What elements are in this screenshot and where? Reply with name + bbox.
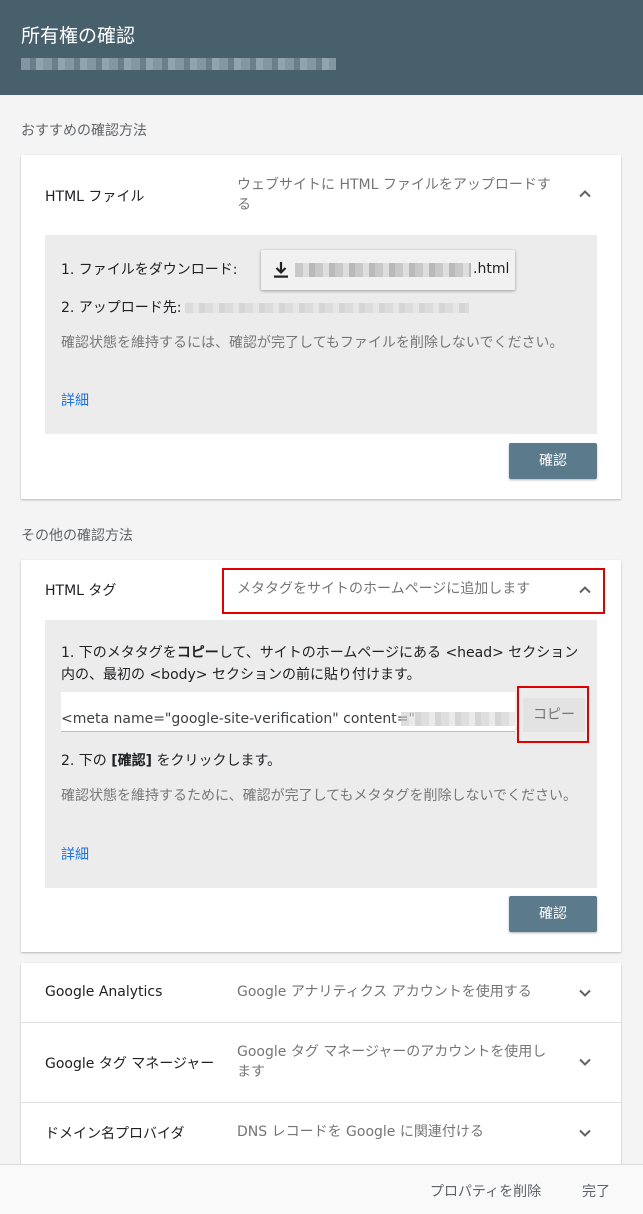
meta-tag-field[interactable]: <meta name="google-site-verification" co… — [61, 692, 515, 732]
other-methods-card: Google Analytics Google アナリティクス アカウントを使用… — [21, 963, 621, 1173]
download-icon — [274, 262, 288, 278]
method-description: Google タグ マネージャーのアカウントを使用します — [237, 1044, 547, 1080]
redacted-filename — [295, 263, 471, 277]
html-file-panel: 1. ファイルをダウンロード: .html 2. アップロード先: 確認状態を維… — [45, 235, 597, 434]
method-row-google-analytics[interactable]: Google Analytics Google アナリティクス アカウントを使用… — [21, 963, 621, 1022]
method-name: HTML タグ — [45, 583, 117, 599]
chevron-up-icon[interactable] — [577, 186, 593, 202]
method-name: Google タグ マネージャー — [45, 1056, 215, 1072]
keep-tag-note: 確認状態を維持するために、確認が完了してもメタタグを削除しないでください。 — [61, 788, 578, 804]
redacted-site-url — [21, 58, 336, 70]
meta-tag-value: <meta name="google-site-verification" co… — [61, 711, 415, 727]
dialog-title: 所有権の確認 — [21, 25, 136, 47]
method-description: ウェブサイトに HTML ファイルをアップロードする — [237, 177, 551, 213]
done-button[interactable]: 完了 — [582, 1181, 610, 1201]
section-other-label: その他の確認方法 — [21, 528, 133, 544]
verify-button[interactable]: 確認 — [509, 896, 597, 932]
redacted-verification-code — [401, 712, 515, 726]
method-header-html-file[interactable]: HTML ファイル ウェブサイトに HTML ファイルをアップロードする — [21, 155, 621, 235]
download-filename-suffix: .html — [473, 261, 510, 277]
delete-property-button[interactable]: プロパティを削除 — [430, 1181, 541, 1201]
details-link[interactable]: 詳細 — [61, 390, 89, 410]
highlight-box — [222, 568, 605, 614]
redacted-upload-url — [185, 303, 469, 313]
chevron-down-icon[interactable] — [577, 985, 593, 1001]
html-tag-panel: 1. 下のメタタグをコピーして、サイトのホームページにある <head> セクシ… — [45, 620, 597, 888]
dialog-footer: プロパティを削除 完了 — [0, 1164, 643, 1214]
method-card-html-file: HTML ファイル ウェブサイトに HTML ファイルをアップロードする 1. … — [21, 155, 621, 499]
details-link[interactable]: 詳細 — [61, 844, 89, 864]
method-card-html-tag: HTML タグ メタタグをサイトのホームページに追加します 1. 下のメタタグを… — [21, 560, 621, 952]
step-click-verify: 2. 下の [確認] をクリックします。 — [61, 753, 282, 769]
method-name: Google Analytics — [45, 984, 163, 1000]
keep-file-note: 確認状態を維持するには、確認が完了してもファイルを削除しないでください。 — [61, 335, 564, 351]
dialog-header: 所有権の確認 — [0, 0, 643, 95]
method-name: HTML ファイル — [45, 189, 145, 205]
method-row-domain-provider[interactable]: ドメイン名プロバイダ DNS レコードを Google に関連付ける — [21, 1103, 621, 1163]
step-download-label: 1. ファイルをダウンロード: — [61, 262, 238, 278]
step-copy-instruction: 1. 下のメタタグをコピーして、サイトのホームページにある <head> セクシ… — [61, 645, 579, 683]
chevron-down-icon[interactable] — [577, 1054, 593, 1070]
verify-button[interactable]: 確認 — [509, 443, 597, 479]
chevron-down-icon[interactable] — [577, 1125, 593, 1141]
method-row-google-tag-manager[interactable]: Google タグ マネージャー Google タグ マネージャーのアカウントを… — [21, 1023, 621, 1102]
highlight-box — [517, 686, 589, 743]
method-description: Google アナリティクス アカウントを使用する — [237, 984, 532, 1000]
download-file-button[interactable]: .html — [261, 250, 515, 290]
step-upload-label: 2. アップロード先: — [61, 300, 182, 316]
method-description: DNS レコードを Google に関連付ける — [237, 1124, 484, 1140]
method-name: ドメイン名プロバイダ — [45, 1126, 185, 1142]
section-recommended-label: おすすめの確認方法 — [21, 123, 147, 139]
